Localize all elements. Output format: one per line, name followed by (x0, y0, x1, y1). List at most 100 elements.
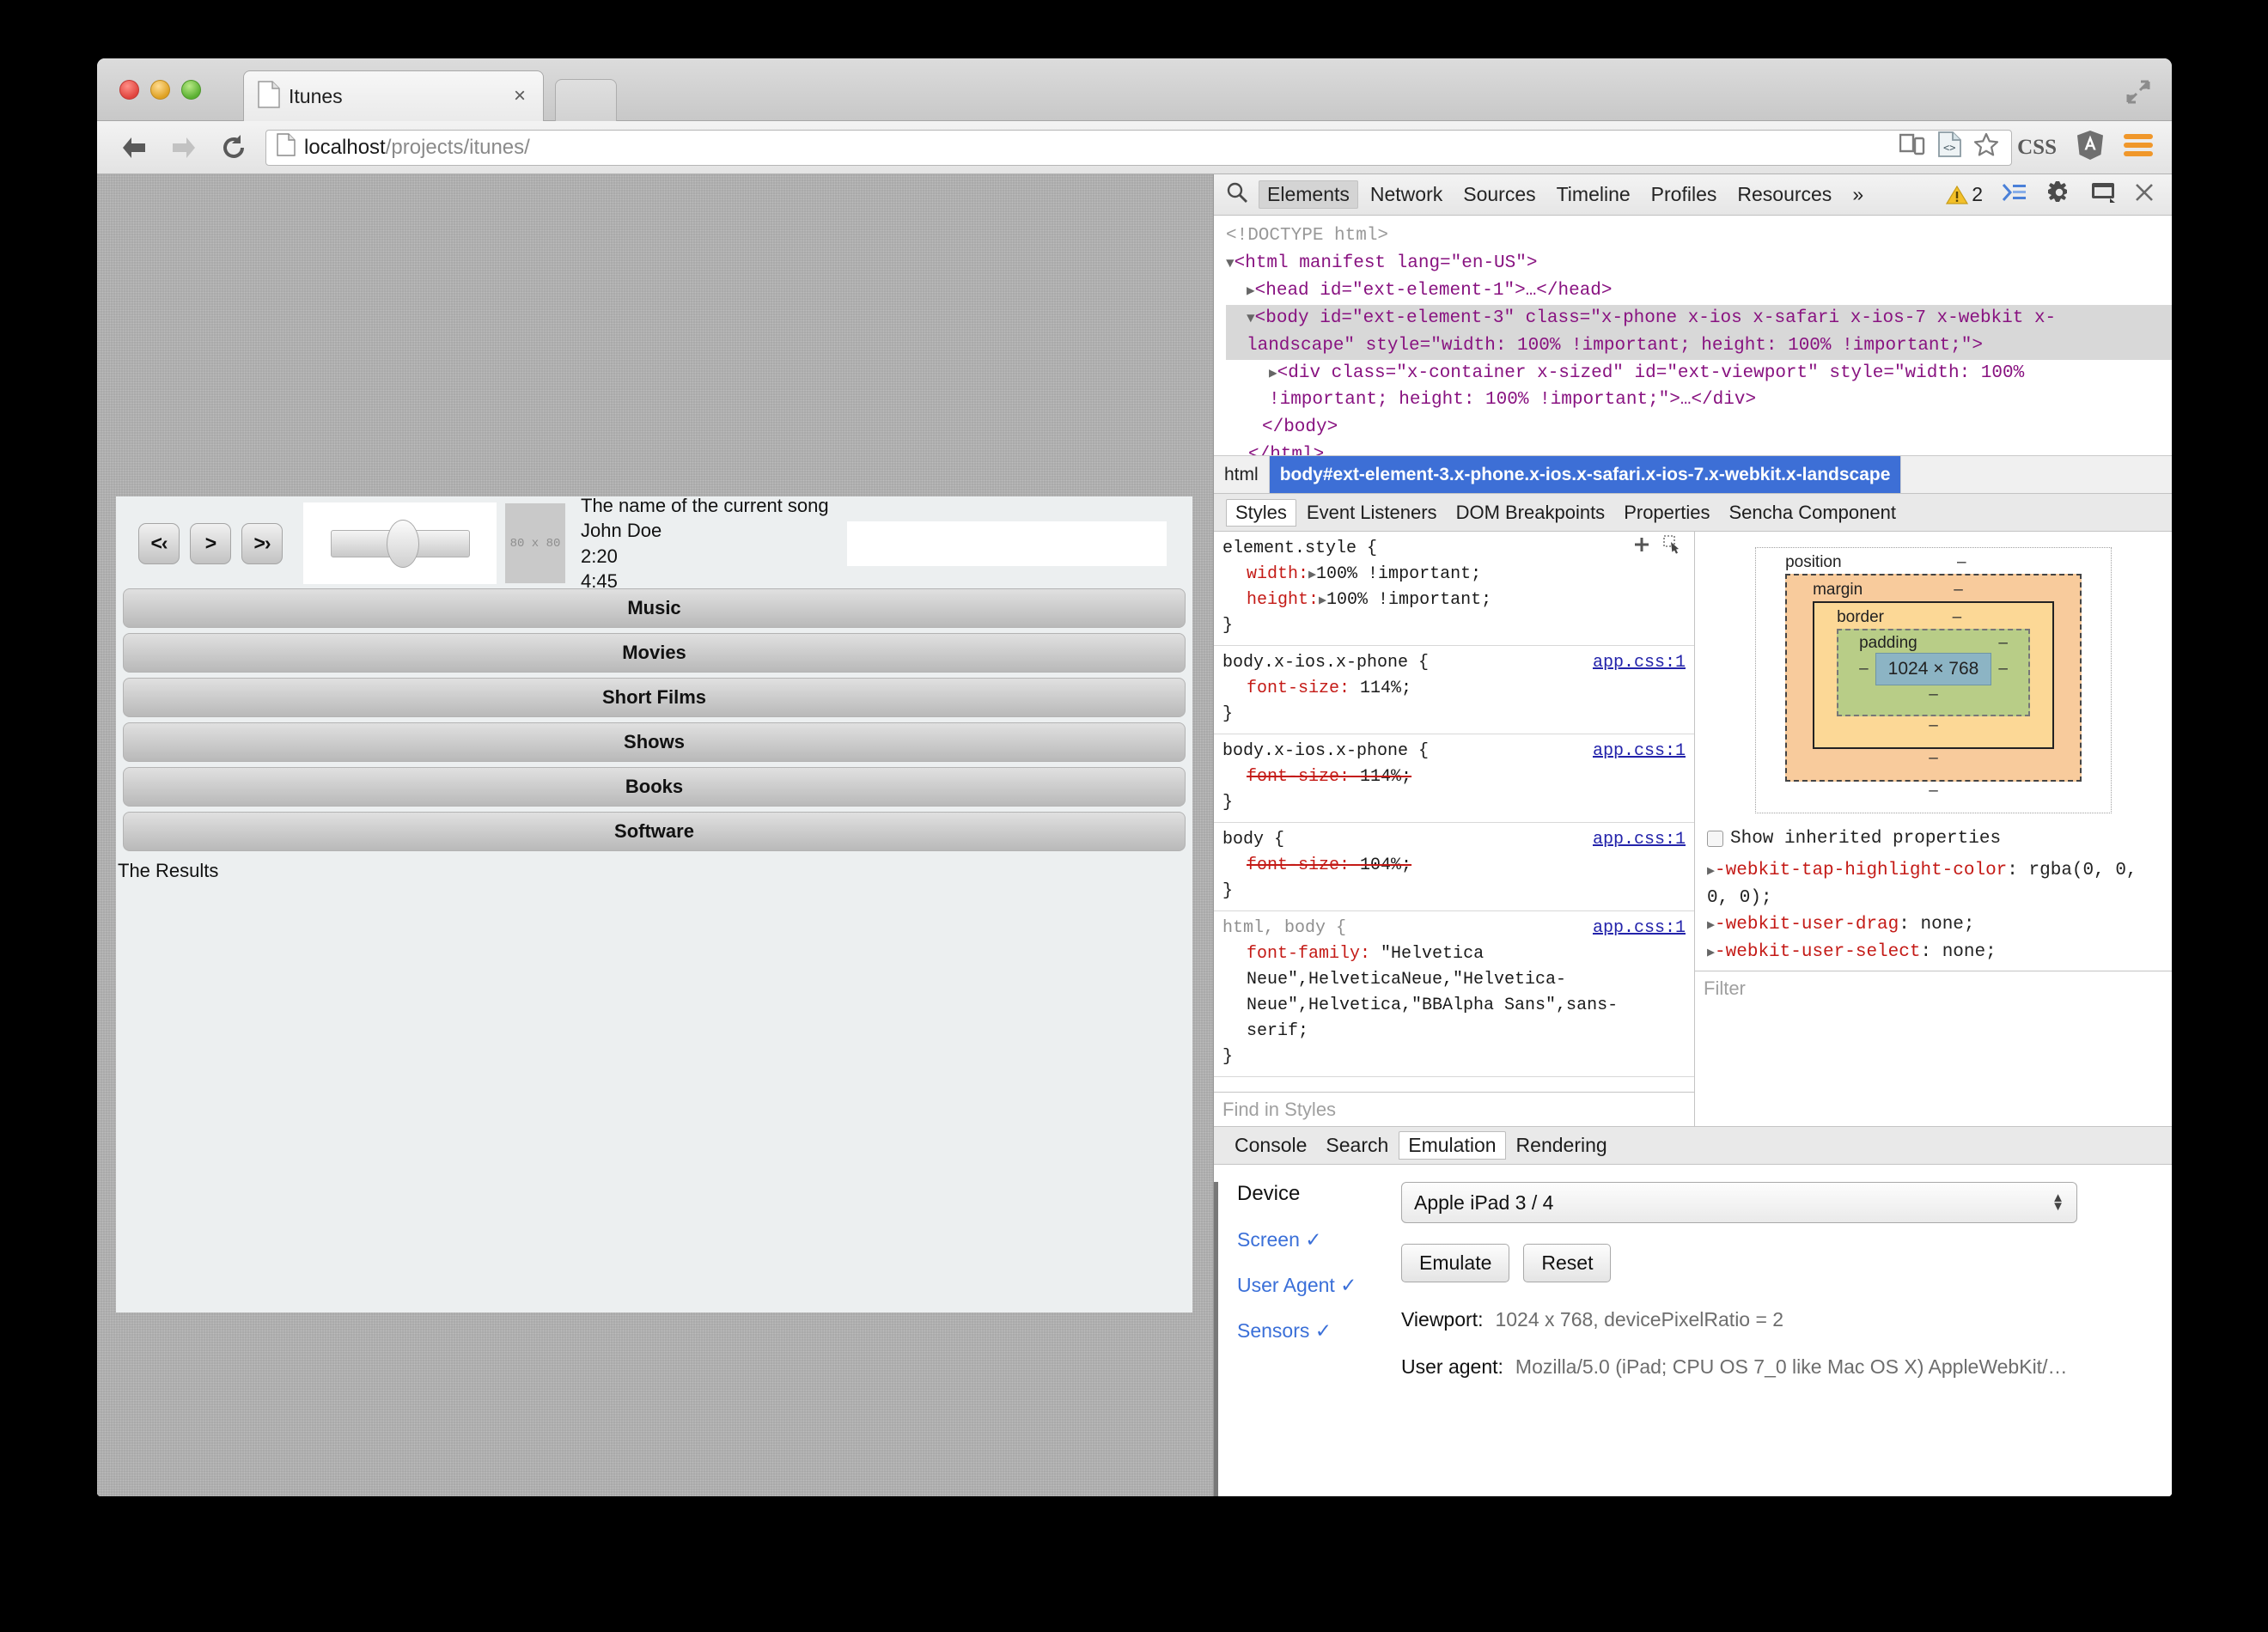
toggle-console-icon[interactable] (2002, 182, 2027, 208)
expand-triangle-icon[interactable]: ▶ (1707, 918, 1715, 933)
css-rule[interactable]: app.css:1 body.x-ios.x-phone { font-size… (1214, 646, 1694, 734)
new-tab-button[interactable] (555, 79, 617, 121)
css-rule[interactable]: element.style { width:▶100% !important; … (1214, 532, 1694, 646)
reload-icon[interactable] (214, 128, 253, 167)
stylesheet-origin-link[interactable]: app.css:1 (1593, 916, 1686, 941)
show-inherited-checkbox[interactable] (1707, 831, 1723, 847)
expand-triangle-icon[interactable]: ▼ (1247, 311, 1255, 326)
responsive-device-icon[interactable] (1899, 132, 1925, 162)
expand-triangle-icon[interactable]: ▶ (1308, 568, 1316, 582)
dom-line-html-open[interactable]: ▼<html manifest lang="en-US"> (1226, 250, 2172, 277)
search-icon[interactable] (1226, 181, 1248, 209)
view-source-icon[interactable]: <> (1937, 131, 1962, 163)
tab-timeline[interactable]: Timeline (1548, 180, 1639, 209)
search-input[interactable] (847, 521, 1167, 566)
dock-position-icon[interactable] (2091, 181, 2117, 209)
css-declaration-overridden[interactable]: font-size: 104%; (1222, 853, 1686, 879)
expand-triangle-icon[interactable]: ▼ (1226, 256, 1235, 271)
css-declaration[interactable]: font-family: "Helvetica Neue",HelveticaN… (1222, 941, 1686, 1044)
dom-tree[interactable]: <!DOCTYPE html> ▼<html manifest lang="en… (1214, 216, 2172, 456)
menu-item-music[interactable]: Music (123, 588, 1186, 628)
back-icon[interactable] (114, 128, 154, 167)
menu-item-movies[interactable]: Movies (123, 633, 1186, 673)
css-declaration-overridden[interactable]: font-size: 114%; (1222, 764, 1686, 790)
tab-profiles[interactable]: Profiles (1643, 180, 1726, 209)
expand-triangle-icon[interactable]: ▶ (1707, 864, 1715, 879)
chevron-updown-icon[interactable]: ▲ ▼ (2052, 1191, 2064, 1213)
previous-button[interactable]: <‹ (138, 522, 180, 564)
breadcrumb-body[interactable]: body#ext-element-3.x-phone.x-ios.x-safar… (1269, 456, 1902, 493)
minimize-window-button[interactable] (150, 80, 170, 100)
warning-count[interactable]: 2 (1946, 183, 1983, 206)
css-rule[interactable]: app.css:1 html, body { font-family: "Hel… (1214, 911, 1694, 1077)
css-rule[interactable]: app.css:1 body { font-size: 104%; } (1214, 823, 1694, 911)
zoom-window-button[interactable] (181, 80, 201, 100)
breadcrumb-html[interactable]: html (1214, 456, 1270, 493)
angular-extension-icon[interactable] (2076, 130, 2105, 165)
filter-input[interactable]: Filter (1695, 971, 2172, 1005)
next-button[interactable]: >› (241, 522, 283, 564)
browser-tab[interactable]: Itunes × (243, 70, 544, 121)
close-devtools-icon[interactable] (2134, 182, 2155, 208)
drawer-tab-emulation[interactable]: Emulation (1399, 1131, 1506, 1160)
address-bar[interactable]: localhost/projects/itunes/ <> (265, 129, 2013, 166)
menu-item-books[interactable]: Books (123, 767, 1186, 807)
css-declaration[interactable]: width:▶100% !important; (1222, 562, 1686, 588)
tab-properties[interactable]: Properties (1615, 500, 1718, 526)
tab-network[interactable]: Network (1362, 180, 1451, 209)
tab-resources[interactable]: Resources (1728, 180, 1840, 209)
css-declaration[interactable]: font-size: 114%; (1222, 676, 1686, 702)
emulation-link-sensors[interactable]: Sensors ✓ (1237, 1319, 1386, 1343)
volume-thumb[interactable] (386, 519, 419, 568)
dom-line-body-selected[interactable]: ▼<body id="ext-element-3" class="x-phone… (1226, 304, 2172, 332)
drawer-tab-rendering[interactable]: Rendering (1508, 1132, 1616, 1159)
reset-button[interactable]: Reset (1523, 1244, 1612, 1282)
close-window-button[interactable] (119, 80, 139, 100)
tab-styles[interactable]: Styles (1226, 498, 1296, 527)
menu-item-shows[interactable]: Shows (123, 722, 1186, 762)
expand-triangle-icon[interactable]: ▶ (1319, 594, 1326, 608)
fullscreen-icon[interactable] (2124, 77, 2153, 107)
menu-item-software[interactable]: Software (123, 812, 1186, 851)
tab-sencha-component[interactable]: Sencha Component (1720, 500, 1904, 526)
volume-slider[interactable] (303, 502, 497, 584)
box-content-size[interactable]: 1024 × 768 (1875, 653, 1992, 685)
tab-sources[interactable]: Sources (1454, 180, 1544, 209)
expand-triangle-icon[interactable]: ▶ (1269, 366, 1277, 381)
computed-property[interactable]: ▶-webkit-user-drag: none; (1707, 911, 2160, 939)
expand-triangle-icon[interactable]: ▶ (1247, 283, 1255, 299)
dom-line-head[interactable]: ▶<head id="ext-element-1">…</head> (1226, 277, 2172, 305)
stylesheet-origin-link[interactable]: app.css:1 (1593, 650, 1686, 676)
computed-property[interactable]: ▶-webkit-tap-highlight-color: rgba(0, 0,… (1707, 857, 2160, 911)
menu-item-short-films[interactable]: Short Films (123, 678, 1186, 717)
drawer-tab-console[interactable]: Console (1226, 1132, 1315, 1159)
close-icon[interactable]: × (507, 83, 533, 109)
stylesheet-origin-link[interactable]: app.css:1 (1593, 739, 1686, 764)
forward-icon[interactable] (164, 128, 204, 167)
css-extension-icon[interactable]: CSS (2017, 136, 2057, 160)
stylesheet-origin-link[interactable]: app.css:1 (1593, 827, 1686, 853)
chrome-menu-icon[interactable] (2124, 133, 2153, 161)
emulation-link-user-agent[interactable]: User Agent ✓ (1237, 1274, 1386, 1297)
emulate-button[interactable]: Emulate (1401, 1244, 1510, 1282)
expand-triangle-icon[interactable]: ▶ (1707, 946, 1715, 960)
find-in-styles-input[interactable]: Find in Styles (1214, 1092, 1694, 1126)
bookmark-star-icon[interactable] (1973, 132, 1999, 163)
css-rule[interactable]: app.css:1 body.x-ios.x-phone { font-size… (1214, 734, 1694, 823)
device-select[interactable]: Apple iPad 3 / 4 ▲ ▼ (1401, 1182, 2077, 1223)
dom-line-div[interactable]: ▶<div class="x-container x-sized" id="ex… (1226, 360, 2172, 387)
computed-property[interactable]: ▶-webkit-user-select: none; (1707, 939, 2160, 966)
tab-elements[interactable]: Elements (1259, 180, 1358, 209)
emulation-link-screen[interactable]: Screen ✓ (1237, 1228, 1386, 1251)
css-rule-close: } (1222, 793, 1234, 813)
element-state-icon[interactable] (1663, 535, 1684, 563)
more-panels-icon[interactable]: » (1844, 180, 1872, 209)
tab-dom-breakpoints[interactable]: DOM Breakpoints (1448, 500, 1614, 526)
show-inherited-row[interactable]: Show inherited properties (1695, 822, 2172, 852)
play-button[interactable]: > (190, 522, 231, 564)
drawer-tab-search[interactable]: Search (1317, 1132, 1397, 1159)
tab-event-listeners[interactable]: Event Listeners (1298, 500, 1446, 526)
css-declaration[interactable]: height:▶100% !important; (1222, 588, 1686, 613)
add-rule-icon[interactable] (1632, 535, 1651, 563)
gear-icon[interactable] (2046, 180, 2072, 210)
